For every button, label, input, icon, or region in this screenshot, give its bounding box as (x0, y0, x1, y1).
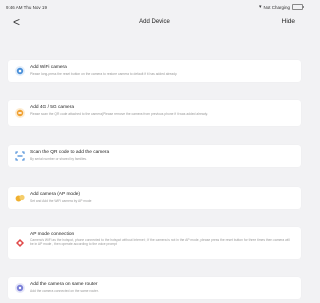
cellular-camera-icon (15, 108, 25, 118)
status-time: 9:46 AM Thu Nov 19 (6, 5, 47, 10)
option-add-wifi-camera[interactable]: Add WiFi camera Please long-press the re… (8, 60, 301, 82)
ap-camera-icon (15, 193, 25, 203)
charging-status: Not Charging (263, 4, 290, 10)
status-bar: 9:46 AM Thu Nov 19 ▾ Not Charging (0, 0, 309, 14)
option-description: By serial number or shared by families. (30, 157, 87, 161)
option-title: Scan the QR code to add the camera (30, 150, 110, 155)
router-camera-icon (15, 283, 25, 293)
ap-connection-icon (15, 238, 25, 248)
option-description: Camera's WiFi as the hotspot, phone conn… (30, 238, 290, 247)
hide-button[interactable]: Hide (282, 18, 295, 25)
option-title: Add WiFi camera (30, 65, 67, 70)
option-add-camera-same-router[interactable]: Add the camera on same router Add the ca… (8, 277, 301, 299)
battery-icon (292, 4, 304, 10)
page-title: Add Device (139, 19, 170, 25)
option-title: Add the camera on same router (30, 282, 98, 287)
wifi-camera-icon (15, 66, 25, 76)
option-ap-mode-connection[interactable]: AP mode connection Camera's WiFi as the … (8, 227, 301, 259)
option-title: AP mode connection (30, 232, 75, 237)
option-add-camera-ap-mode[interactable]: Add camera (AP mode) Set and Add the WiF… (8, 187, 301, 209)
option-description: Set and Add the WiFi camera by AP mode (30, 199, 92, 203)
option-title: Add camera (AP mode) (30, 192, 81, 197)
status-indicators: ▾ Not Charging (258, 4, 304, 10)
qr-scan-icon (15, 151, 25, 161)
option-description: Add the camera connected on the same rou… (30, 289, 99, 293)
option-title: Add 4G / 5G camera (30, 105, 74, 110)
option-add-cellular-camera[interactable]: Add 4G / 5G camera Please scan the QR co… (8, 100, 301, 126)
option-scan-qr-code[interactable]: Scan the QR code to add the camera By se… (8, 145, 301, 167)
option-description: Please scan the QR code attached to the … (30, 112, 208, 116)
navigation-bar: < Add Device Hide (0, 14, 309, 32)
wifi-signal-icon: ▾ (258, 4, 262, 10)
option-description: Please long-press the reset button on th… (30, 72, 178, 76)
